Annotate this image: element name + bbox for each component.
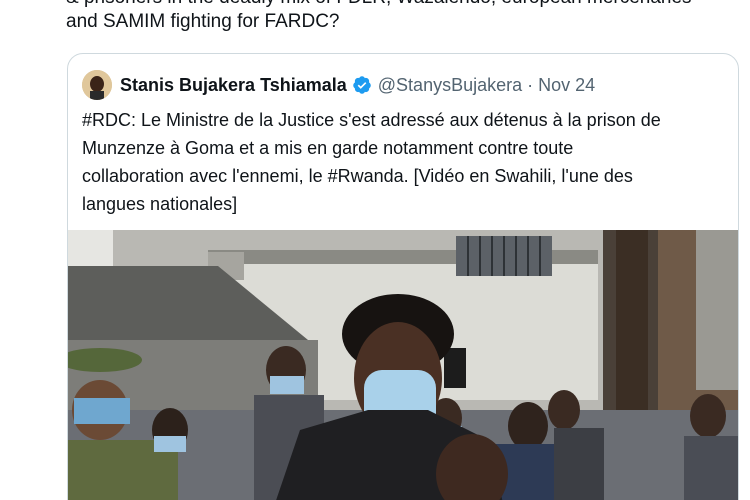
quoted-tweet-video[interactable] xyxy=(68,230,738,500)
quoted-text-line-2: Munzenze à Goma et a mis en garde notamm… xyxy=(82,138,574,158)
avatar-image xyxy=(82,70,112,100)
tweet-body-text: & prisoners in the deadly mix of FDLR, W… xyxy=(66,0,736,34)
quoted-tweet-text: #RDC: Le Ministre de la Justice s'est ad… xyxy=(82,106,732,218)
video-thumbnail xyxy=(68,230,738,500)
quoted-text-line-3: collaboration avec l'ennemi, le #Rwanda.… xyxy=(82,166,633,186)
quoted-tweet-header: Stanis Bujakera Tshiamala @StanysBujaker… xyxy=(82,68,595,102)
verified-badge-icon xyxy=(353,76,371,94)
author-handle[interactable]: @StanysBujakera xyxy=(378,75,522,96)
quoted-text-line-4: langues nationales] xyxy=(82,194,238,214)
author-avatar[interactable] xyxy=(82,70,112,100)
author-name[interactable]: Stanis Bujakera Tshiamala xyxy=(120,75,347,96)
quoted-tweet-card[interactable]: Stanis Bujakera Tshiamala @StanysBujaker… xyxy=(67,53,739,500)
quoted-text-line-1: #RDC: Le Ministre de la Justice s'est ad… xyxy=(82,110,661,130)
header-separator: · xyxy=(527,74,534,95)
tweet-text-line-1: & prisoners in the deadly mix of FDLR, W… xyxy=(66,0,736,10)
tweet-page: & prisoners in the deadly mix of FDLR, W… xyxy=(0,0,750,500)
tweet-date[interactable]: Nov 24 xyxy=(538,75,595,96)
tweet-text-line-2: and SAMIM fighting for FARDC? xyxy=(66,11,340,32)
